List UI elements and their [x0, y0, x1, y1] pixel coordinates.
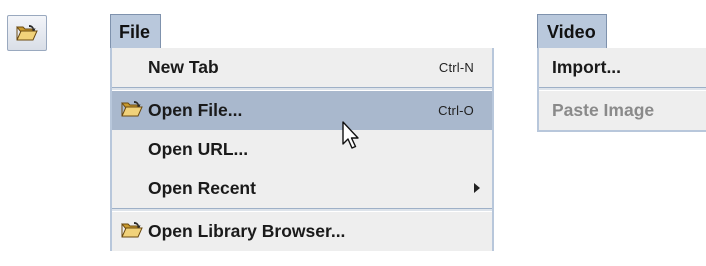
file-menu-dropdown: New Tab Ctrl-N Open File... Ctrl-O Open … [110, 48, 494, 251]
menu-item-label: New Tab [148, 57, 219, 77]
menu-item-label: Open URL... [148, 139, 249, 159]
menu-item-open-library-browser[interactable]: Open Library Browser... [112, 212, 492, 251]
mouse-cursor-icon [342, 121, 359, 149]
menu-item-label: Open Recent [148, 178, 256, 198]
menu-item-label: Open File... [148, 100, 243, 120]
menu-item-label: Paste Image [552, 100, 655, 120]
open-file-toolbar-button[interactable] [7, 15, 47, 51]
file-menu: File New Tab Ctrl-N Open File... Ctrl-O … [110, 14, 494, 251]
menu-item-open-url[interactable]: Open URL... [112, 130, 492, 169]
submenu-arrow-icon [474, 183, 480, 193]
menu-item-new-tab[interactable]: New Tab Ctrl-N [112, 48, 492, 87]
video-menu-title[interactable]: Video [537, 14, 607, 48]
menu-item-paste-image: Paste Image [539, 91, 706, 130]
video-menu-dropdown: Import... Paste Image [537, 48, 706, 132]
video-menu: Video Import... Paste Image [537, 14, 706, 132]
menu-item-shortcut: Ctrl-O [438, 103, 474, 118]
menu-item-label: Import... [552, 57, 622, 77]
menu-item-open-file[interactable]: Open File... Ctrl-O [112, 91, 492, 130]
open-folder-icon [16, 25, 38, 41]
menu-item-open-recent[interactable]: Open Recent [112, 169, 492, 208]
file-menu-title[interactable]: File [110, 14, 162, 48]
open-folder-icon [121, 101, 143, 117]
open-folder-icon [121, 222, 143, 238]
menu-item-label: Open Library Browser... [148, 221, 346, 241]
menu-item-import[interactable]: Import... [539, 48, 706, 87]
menu-item-shortcut: Ctrl-N [438, 60, 474, 75]
